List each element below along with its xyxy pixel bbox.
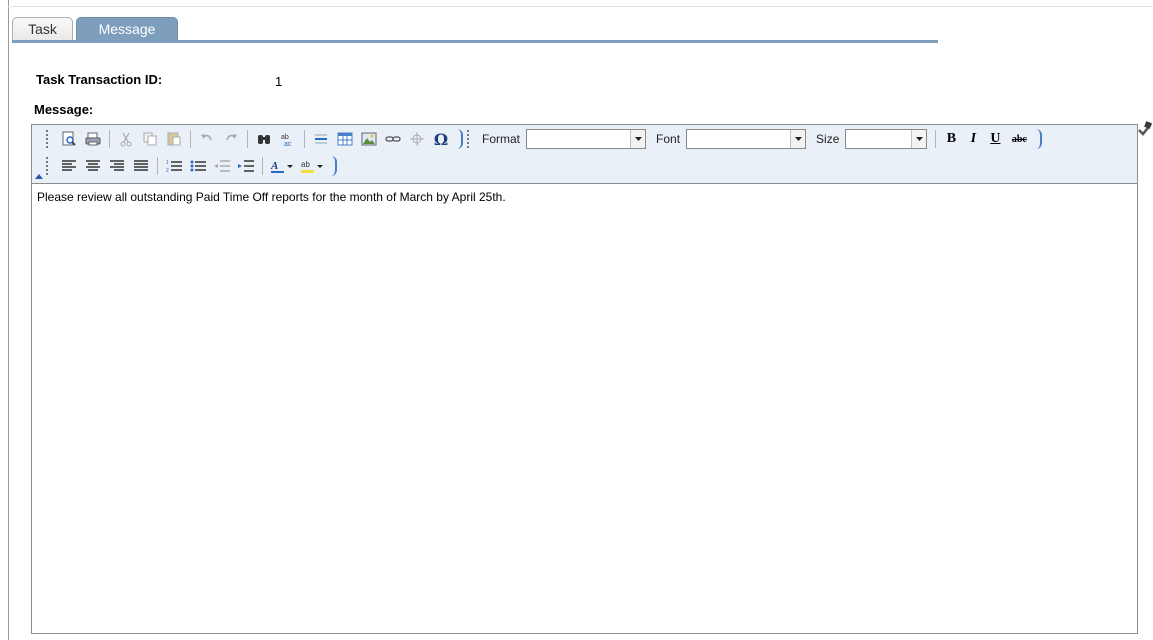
underline-button[interactable]: U (984, 131, 1006, 147)
highlight-color-icon[interactable]: ab (299, 156, 325, 176)
format-label: Format (482, 132, 521, 146)
size-select[interactable] (845, 129, 928, 149)
special-char-icon[interactable]: Ω (431, 129, 451, 149)
transaction-id-value: 1 (275, 74, 283, 89)
chevron-down-icon[interactable] (911, 130, 927, 148)
font-value (687, 130, 790, 148)
toolbar-separator (190, 130, 191, 148)
copy-icon[interactable] (140, 129, 160, 149)
page-left-border (8, 0, 9, 640)
size-label: Size (816, 132, 840, 146)
page-top-border (8, 6, 1153, 7)
indent-icon[interactable] (236, 156, 256, 176)
toolbar-group-end (457, 129, 463, 149)
preview-icon[interactable] (59, 129, 79, 149)
outdent-icon[interactable] (212, 156, 232, 176)
omega-glyph: Ω (433, 129, 449, 149)
editor-toolbar: ab ac Ω Format Font Size B I U abc 1 2 A… (32, 125, 1137, 184)
svg-text:A: A (270, 160, 278, 172)
binoculars-icon[interactable] (254, 129, 274, 149)
horizontal-rule-icon[interactable] (311, 129, 331, 149)
format-select[interactable] (526, 129, 647, 149)
redo-icon[interactable] (221, 129, 241, 149)
size-value (846, 130, 911, 148)
svg-text:1: 1 (166, 160, 169, 166)
cut-icon[interactable] (116, 129, 136, 149)
bullet-list-icon[interactable] (188, 156, 208, 176)
tab-message[interactable]: Message (76, 17, 178, 40)
collapse-toolbar-icon[interactable] (35, 174, 43, 179)
toolbar-grip[interactable] (46, 157, 51, 175)
replace-icon[interactable]: ab ac (278, 129, 298, 149)
anchor-icon[interactable] (407, 129, 427, 149)
svg-text:ac: ac (284, 141, 292, 147)
toolbar-group-end (331, 156, 337, 176)
align-left-icon[interactable] (59, 156, 79, 176)
font-select[interactable] (686, 129, 807, 149)
toolbar-separator (304, 130, 305, 148)
undo-icon[interactable] (197, 129, 217, 149)
toolbar-separator (247, 130, 248, 148)
bold-button[interactable]: B (940, 131, 962, 147)
justify-icon[interactable] (131, 156, 151, 176)
tab-underline (12, 40, 938, 43)
link-icon[interactable] (383, 129, 403, 149)
table-icon[interactable] (335, 129, 355, 149)
numbered-list-icon[interactable]: 12 (164, 156, 184, 176)
align-center-icon[interactable] (83, 156, 103, 176)
paste-icon[interactable] (164, 129, 184, 149)
svg-text:ab: ab (281, 134, 289, 141)
print-icon[interactable] (83, 129, 103, 149)
toolbar-separator (262, 157, 263, 175)
svg-text:2: 2 (166, 168, 169, 173)
toolbar-group-end (1036, 129, 1043, 149)
italic-button[interactable]: I (962, 131, 984, 147)
align-right-icon[interactable] (107, 156, 127, 176)
font-label: Font (656, 132, 681, 146)
chevron-down-icon[interactable] (790, 130, 806, 148)
spellcheck-icon[interactable] (1137, 121, 1153, 137)
toolbar-row-2: 12 A ab (46, 154, 337, 178)
message-content[interactable]: Please review all outstanding Paid Time … (37, 190, 506, 204)
toolbar-row-1: ab ac Ω Format Font Size B I U abc (46, 127, 1043, 151)
transaction-id-label: Task Transaction ID: (36, 72, 163, 87)
toolbar-grip[interactable] (467, 130, 472, 148)
strikethrough-button[interactable]: abc (1006, 134, 1032, 145)
chevron-down-icon[interactable] (630, 130, 646, 148)
text-color-icon[interactable]: A (269, 156, 295, 176)
toolbar-separator (935, 130, 937, 148)
tab-task[interactable]: Task (12, 17, 73, 40)
toolbar-separator (109, 130, 110, 148)
toolbar-separator (157, 157, 158, 175)
svg-text:ab: ab (301, 160, 310, 169)
format-value (527, 130, 630, 148)
image-icon[interactable] (359, 129, 379, 149)
message-label: Message: (34, 102, 94, 117)
toolbar-grip[interactable] (46, 130, 51, 148)
